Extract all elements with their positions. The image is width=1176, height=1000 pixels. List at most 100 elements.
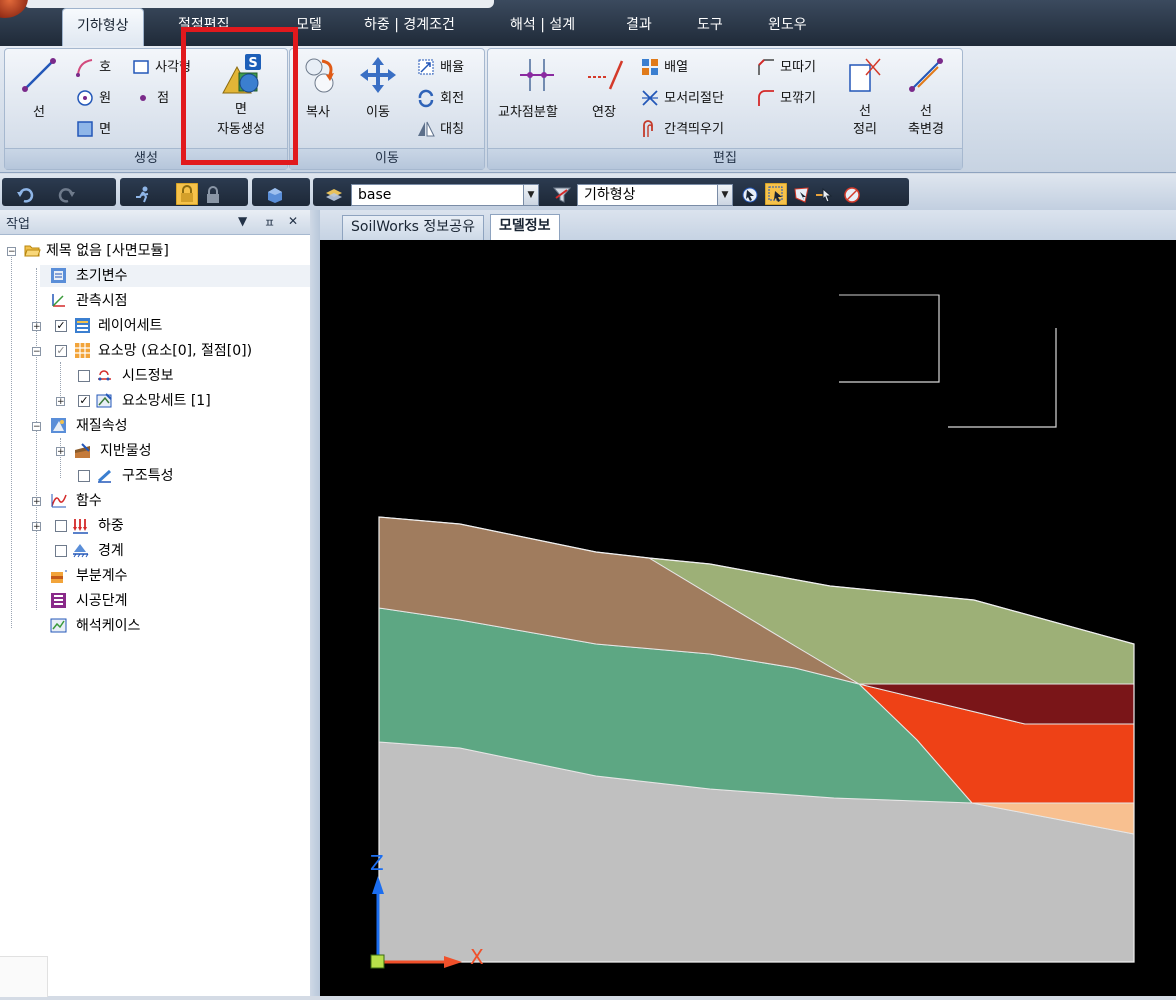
extend-button[interactable]: 연장 <box>584 55 630 125</box>
tree-item-partial-factor[interactable]: + 부분계수 <box>40 565 310 587</box>
expand-toggle-icon[interactable]: + <box>56 447 65 457</box>
tree-item-structure-property[interactable]: 구조특성 <box>0 465 300 487</box>
redo-icon[interactable] <box>58 186 76 204</box>
rotate-button[interactable]: 회전 <box>416 88 464 108</box>
tab-tools[interactable]: 도구 <box>683 10 737 40</box>
filter-select[interactable]: 기하형상 ▼ <box>577 184 733 206</box>
tree-item-layer-set[interactable]: + ✓ 레이어세트 <box>0 315 300 337</box>
offset-button[interactable]: 간격띄우기 <box>640 119 724 139</box>
corner-trim-button[interactable]: 모서리절단 <box>640 88 724 108</box>
view-bracket <box>839 294 940 383</box>
application-menu-button[interactable] <box>0 0 28 18</box>
group-edit: 교차점분할 연장 배열 모서리절단 간격띄우기 모따기 모깎기 선 정리 선 축… <box>487 48 963 170</box>
arc-button[interactable]: 호 <box>75 57 111 77</box>
layer-set-checkbox[interactable]: ✓ <box>55 320 67 332</box>
tab-result[interactable]: 결과 <box>612 10 666 40</box>
copy-button[interactable]: 복사 <box>300 55 344 125</box>
layer-select[interactable]: base ▼ <box>351 184 539 206</box>
tree-item-root[interactable]: − 제목 없음 [사면모듈] <box>0 240 300 262</box>
window-select-active-icon[interactable] <box>765 183 787 205</box>
tab-analysis-design[interactable]: 해석 | 설계 <box>496 10 589 40</box>
collapse-toggle-icon[interactable]: − <box>7 247 16 257</box>
expand-toggle-icon[interactable]: + <box>32 522 41 532</box>
array-icon <box>642 59 658 75</box>
tree-item-load[interactable]: + 하중 <box>0 515 300 537</box>
point-button[interactable]: 점 <box>133 88 169 108</box>
partial-factor-icon: + <box>51 567 67 583</box>
intersect-split-icon <box>520 59 554 91</box>
collapse-toggle-icon[interactable]: − <box>32 422 41 432</box>
extend-label: 연장 <box>592 105 616 120</box>
mesh-checkbox[interactable]: ✓ <box>55 345 67 357</box>
axis-view-icon <box>52 294 65 307</box>
line-axis-change-button[interactable]: 선 축변경 <box>898 55 954 145</box>
panel-close-icon[interactable]: ✕ <box>288 214 298 228</box>
line-button[interactable]: 선 <box>19 55 59 120</box>
chamfer-button[interactable]: 모따기 <box>756 57 816 77</box>
tree-item-initial-params[interactable]: 초기변수 <box>40 265 310 287</box>
expand-toggle-icon[interactable]: + <box>32 497 41 507</box>
tab-soilworks-info-share[interactable]: SoilWorks 정보공유 <box>342 215 484 240</box>
panel-menu-chevron-down-icon[interactable]: ▼ <box>238 214 247 228</box>
tree-item-view-point[interactable]: 관측시점 <box>40 290 310 312</box>
tree-item-function[interactable]: + 함수 <box>0 490 300 512</box>
view-box-icon[interactable] <box>266 186 284 204</box>
circle-button[interactable]: 원 <box>75 88 111 108</box>
seed-info-checkbox[interactable] <box>78 370 90 382</box>
polygon-select-icon[interactable] <box>793 186 811 204</box>
scale-button[interactable]: 배율 <box>416 57 464 77</box>
pick-select-icon[interactable] <box>815 186 833 204</box>
tree-item-ground-property[interactable]: + 지반물성 <box>0 440 300 462</box>
load-checkbox[interactable] <box>55 520 67 532</box>
filter-dropdown-arrow-icon[interactable]: ▼ <box>717 185 732 205</box>
panel-pin-icon[interactable]: ㅍ <box>264 214 275 231</box>
expand-toggle-icon[interactable]: + <box>56 397 65 407</box>
tree-label: 하중 <box>98 518 124 534</box>
boundary-checkbox[interactable] <box>55 545 67 557</box>
undo-icon[interactable] <box>16 186 34 204</box>
svg-text:+: + <box>64 567 67 577</box>
tab-window[interactable]: 윈도우 <box>754 10 821 40</box>
lock-active-icon[interactable] <box>176 183 198 205</box>
tree-item-boundary[interactable]: 경계 <box>0 540 300 562</box>
run-icon[interactable] <box>134 186 152 204</box>
mesh-set-checkbox[interactable]: ✓ <box>78 395 90 407</box>
group-edit-label: 편집 <box>488 148 962 169</box>
view-bracket-upper <box>839 295 940 383</box>
select-cursor-icon[interactable] <box>741 186 759 204</box>
mirror-button[interactable]: 대칭 <box>416 119 464 139</box>
panel-splitter[interactable] <box>310 210 320 996</box>
layer-dropdown-arrow-icon[interactable]: ▼ <box>523 185 538 205</box>
offset-icon <box>643 120 653 137</box>
lock-icon[interactable] <box>204 186 222 204</box>
analysis-case-icon <box>50 618 67 633</box>
tree-label: 부분계수 <box>76 568 128 584</box>
tree-item-material[interactable]: − 재질속성 <box>0 415 300 437</box>
corner-trim-icon <box>642 90 658 106</box>
line-clean-button[interactable]: 선 정리 <box>842 55 888 145</box>
move-button[interactable]: 이동 <box>358 55 402 125</box>
tree-item-seed-info[interactable]: 시드정보 <box>0 365 300 387</box>
intersect-split-button[interactable]: 교차점분할 <box>496 55 576 125</box>
tree-label: 지반물성 <box>100 443 152 459</box>
expand-toggle-icon[interactable]: + <box>32 322 41 332</box>
tab-model-info[interactable]: 모델정보 <box>490 214 560 241</box>
tree-item-mesh[interactable]: − ✓ 요소망 (요소[0], 절점[0]) <box>0 340 310 362</box>
tab-load-boundary[interactable]: 하중 | 경계조건 <box>350 10 469 40</box>
tab-geometry[interactable]: 기하형상 <box>62 8 144 47</box>
offset-label: 간격띄우기 <box>664 121 724 137</box>
face-button[interactable]: 면 <box>75 119 111 139</box>
tree-item-analysis-case[interactable]: 해석케이스 <box>40 615 310 637</box>
structure-property-checkbox[interactable] <box>78 470 90 482</box>
tree-label: 재질속성 <box>76 418 128 434</box>
fillet-button[interactable]: 모깎기 <box>756 88 816 108</box>
tree-item-construction-stage[interactable]: 시공단계 <box>40 590 310 612</box>
tree-item-mesh-set[interactable]: + ✓ 요소망세트 [1] <box>0 390 300 412</box>
array-button[interactable]: 배열 <box>640 57 688 77</box>
deselect-icon[interactable] <box>843 186 861 204</box>
collapse-toggle-icon[interactable]: − <box>32 347 41 357</box>
model-viewport[interactable]: Z X <box>320 240 1176 996</box>
line-clean-label-1: 선 <box>859 104 871 119</box>
initial-params-icon <box>51 268 66 283</box>
line-label: 선 <box>33 105 45 120</box>
